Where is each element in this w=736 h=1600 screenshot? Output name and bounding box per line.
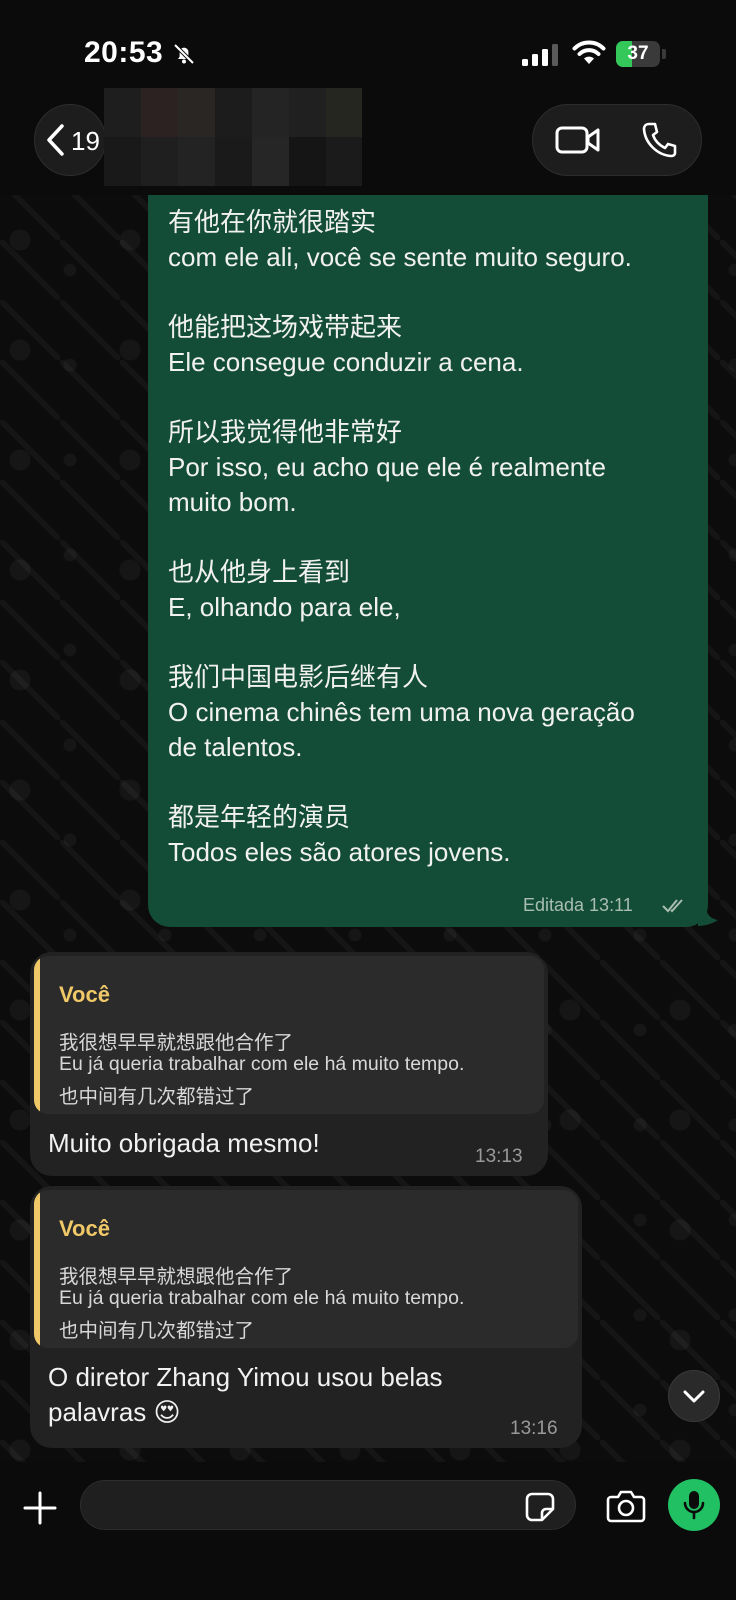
quote-line: Eu já queria trabalhar com ele há muito … [59, 1287, 465, 1309]
message-edited-time: Editada 13:11 [523, 895, 633, 915]
message-text: Muito obrigada mesmo! [48, 1126, 320, 1161]
message-line: O cinema chinês tem uma nova geração [168, 697, 635, 727]
plus-icon[interactable] [22, 1490, 58, 1526]
camera-icon[interactable] [606, 1488, 646, 1524]
call-actions [532, 104, 702, 176]
chat-header-overlay: 19 [0, 88, 736, 195]
wifi-icon [572, 40, 606, 64]
message-text: 有他在你就很踏实 com ele ali, você se sente muit… [168, 205, 698, 870]
message-line [168, 380, 698, 415]
signal-icon [522, 44, 558, 66]
message-line [168, 275, 698, 310]
microphone-icon [683, 1491, 705, 1520]
quote-line: 也中间有几次都错过了 [59, 1086, 255, 1108]
message-text: O diretor Zhang Yimou usou belas palavra… [48, 1360, 443, 1430]
quote-author: Você [59, 1216, 110, 1241]
message-line: muito bom. [168, 487, 297, 517]
contact-avatar-redacted[interactable] [104, 88, 362, 186]
scroll-to-bottom-button[interactable] [668, 1370, 720, 1422]
message-line: 我们中国电影后继有人 [168, 662, 429, 692]
back-button[interactable]: 19 [34, 104, 106, 176]
chevron-down-icon [683, 1390, 705, 1403]
message-line: 有他在你就很踏实 [168, 207, 377, 237]
unread-count: 19 [71, 126, 100, 156]
message-input[interactable] [80, 1480, 576, 1530]
chevron-left-icon [47, 124, 64, 156]
message-line: 所以我觉得他非常好 [168, 417, 403, 447]
message-line: Muito obrigada mesmo! [48, 1128, 320, 1158]
quote-accent-bar [34, 956, 40, 1114]
message-line: Ele consegue conduzir a cena. [168, 347, 524, 377]
message-line [168, 625, 698, 660]
quote-author: Você [59, 982, 110, 1007]
message-line [168, 520, 698, 555]
sticker-icon[interactable] [524, 1491, 556, 1523]
incoming-message-bubble[interactable]: Você 我很想早早就想跟他合作了 Eu já queria trabalhar… [30, 952, 548, 1176]
microphone-button[interactable] [668, 1479, 720, 1531]
battery-icon: 37 [616, 41, 666, 67]
message-line: O diretor Zhang Yimou usou belas [48, 1362, 443, 1392]
quoted-message[interactable]: Você 我很想早早就想跟他合作了 Eu já queria trabalhar… [34, 1190, 578, 1348]
quote-line: 我很想早早就想跟他合作了 [59, 1032, 294, 1054]
quoted-message[interactable]: Você 我很想早早就想跟他合作了 Eu já queria trabalhar… [34, 956, 544, 1114]
outgoing-message-bubble[interactable]: 有他在你就很踏实 com ele ali, você se sente muit… [148, 160, 708, 927]
message-line: Todos eles são atores jovens. [168, 837, 511, 867]
status-time: 20:53 [84, 36, 164, 69]
quote-line: Eu já queria trabalhar com ele há muito … [59, 1053, 465, 1075]
incoming-message-bubble[interactable]: Você 我很想早早就想跟他合作了 Eu já queria trabalhar… [30, 1186, 582, 1448]
message-line: 他能把这场戏带起来 [168, 312, 403, 342]
message-line: E, olhando para ele, [168, 592, 401, 622]
composer-bar [0, 1462, 736, 1600]
quote-accent-bar [34, 1190, 40, 1348]
quote-line: 也中间有几次都错过了 [59, 1320, 255, 1342]
message-line: 也从他身上看到 [168, 557, 351, 587]
message-time: 13:16 [510, 1418, 558, 1439]
status-bar: 20:53 37 [0, 0, 736, 100]
battery-percent: 37 [627, 43, 649, 64]
message-line: palavras 😍 [48, 1397, 181, 1427]
bell-off-icon [173, 43, 195, 65]
message-line: Por isso, eu acho que ele é realmente [168, 452, 606, 482]
message-line: 都是年轻的演员 [168, 802, 351, 832]
message-time: 13:13 [475, 1146, 523, 1167]
message-line: de talentos. [168, 732, 303, 762]
message-line [168, 765, 698, 800]
double-check-icon [662, 899, 683, 913]
video-call-icon[interactable] [555, 123, 601, 157]
message-line: com ele ali, você se sente muito seguro. [168, 242, 632, 272]
quote-line: 我很想早早就想跟他合作了 [59, 1266, 294, 1288]
phone-call-icon[interactable] [641, 121, 677, 159]
bubble-tail [698, 906, 718, 926]
